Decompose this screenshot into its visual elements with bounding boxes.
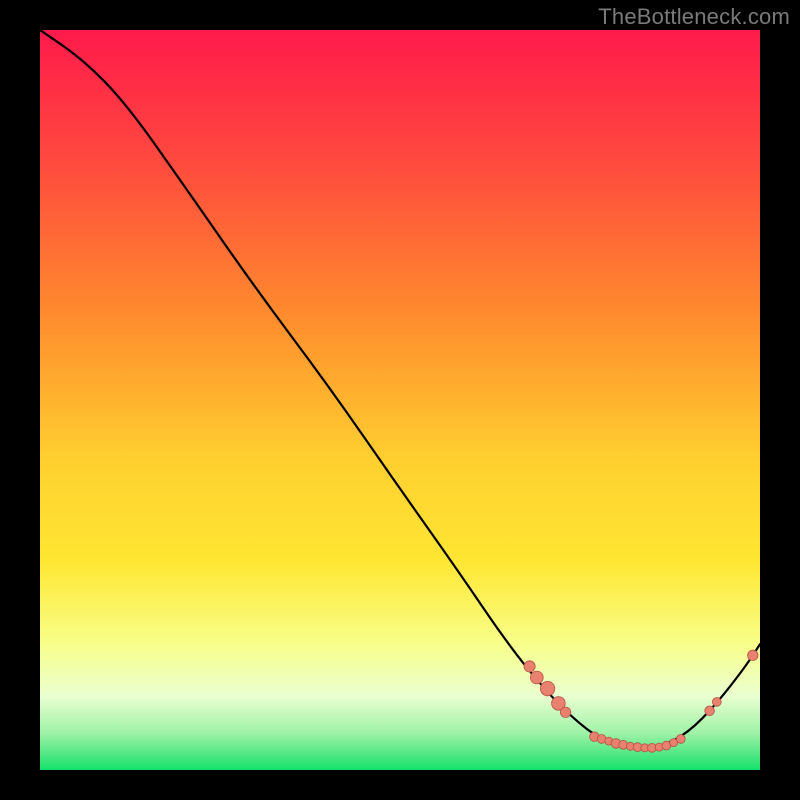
plot-svg (40, 30, 760, 770)
data-dot (676, 735, 685, 744)
gradient-background (40, 30, 760, 770)
data-dot (712, 698, 721, 707)
data-dot (524, 661, 535, 672)
data-dot (540, 681, 554, 695)
chart-frame: TheBottleneck.com (0, 0, 800, 800)
watermark-text: TheBottleneck.com (598, 4, 790, 30)
plot-area (40, 30, 760, 770)
data-dot (705, 706, 715, 716)
data-dot (560, 707, 570, 717)
data-dot (530, 671, 543, 684)
data-dot (748, 650, 758, 660)
